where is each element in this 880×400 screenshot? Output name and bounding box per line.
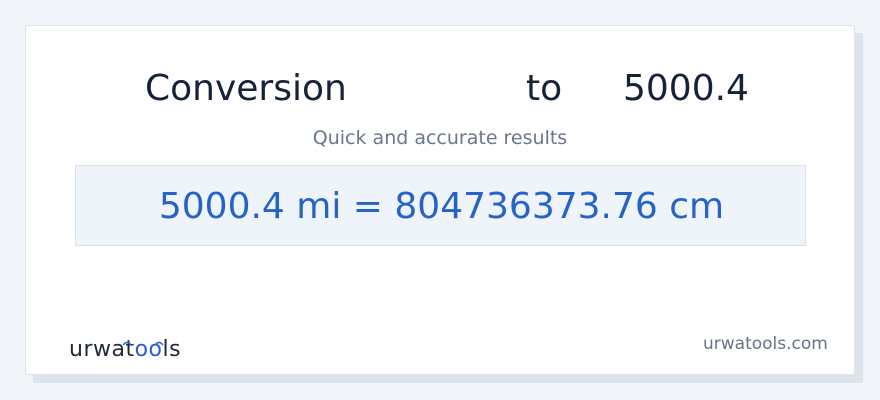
subtitle: Quick and accurate results xyxy=(312,127,568,149)
logo-glasses-icon xyxy=(122,341,164,346)
page: Conversion to 5000.4 Quick and accurate … xyxy=(0,0,880,400)
title-value: 5000.4 xyxy=(623,68,749,109)
page-title: Conversion to 5000.4 xyxy=(0,64,880,114)
conversion-result: 5000.4 mi = 804736373.76 cm xyxy=(158,186,725,227)
site-url[interactable]: urwatools.com xyxy=(703,333,828,355)
urwatools-logo[interactable]: urwatools xyxy=(69,337,181,363)
result-box: 5000.4 mi = 804736373.76 cm xyxy=(75,165,806,246)
title-conversion-word: Conversion xyxy=(145,68,347,109)
title-to-word: to xyxy=(526,68,563,109)
